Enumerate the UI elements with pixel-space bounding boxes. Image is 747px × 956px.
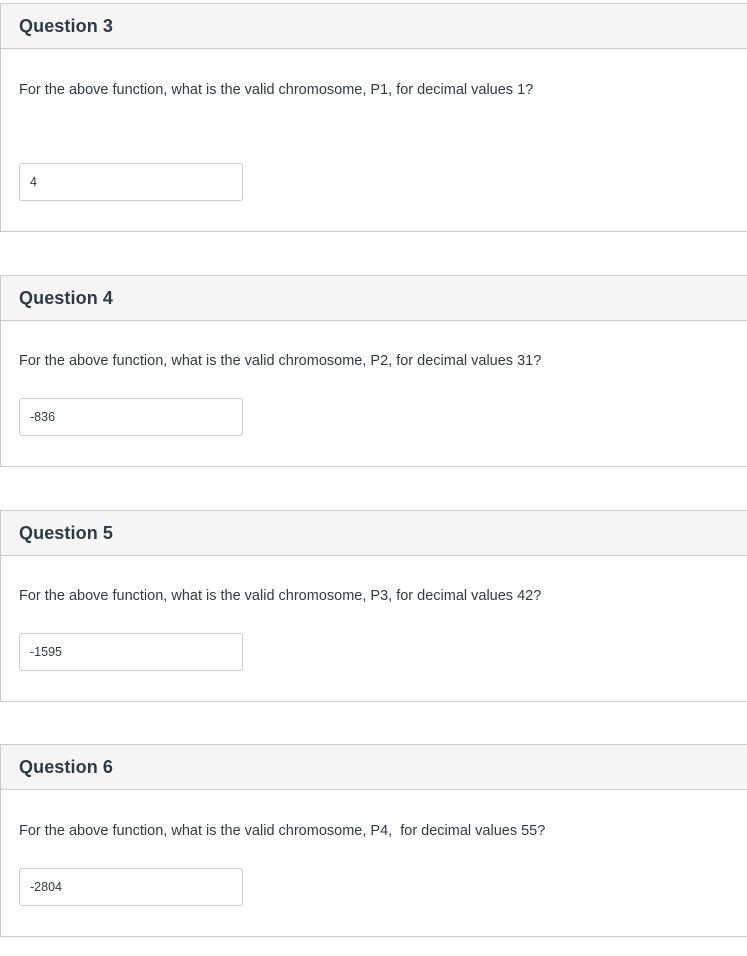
question-header: Question 4 [1, 276, 747, 321]
question-4: Question 4 For the above function, what … [0, 275, 747, 467]
answer-input[interactable] [19, 633, 243, 671]
answer-input[interactable] [19, 868, 243, 906]
question-header: Question 3 [1, 4, 747, 49]
answer-input[interactable] [19, 398, 243, 436]
question-5: Question 5 For the above function, what … [0, 510, 747, 702]
answer-input[interactable] [19, 163, 243, 201]
question-text: For the above function, what is the vali… [19, 588, 542, 604]
question-text: For the above function, what is the vali… [19, 823, 546, 839]
question-title: Question 5 [19, 522, 114, 543]
question-title: Question 4 [19, 287, 114, 308]
question-header: Question 5 [1, 511, 747, 556]
question-title: Question 6 [19, 756, 114, 777]
question-3: Question 3 For the above function, what … [0, 3, 747, 232]
question-header: Question 6 [1, 745, 747, 790]
question-title: Question 3 [19, 15, 114, 36]
question-6: Question 6 For the above function, what … [0, 744, 747, 937]
question-text: For the above function, what is the vali… [19, 82, 534, 98]
question-text: For the above function, what is the vali… [19, 353, 542, 369]
